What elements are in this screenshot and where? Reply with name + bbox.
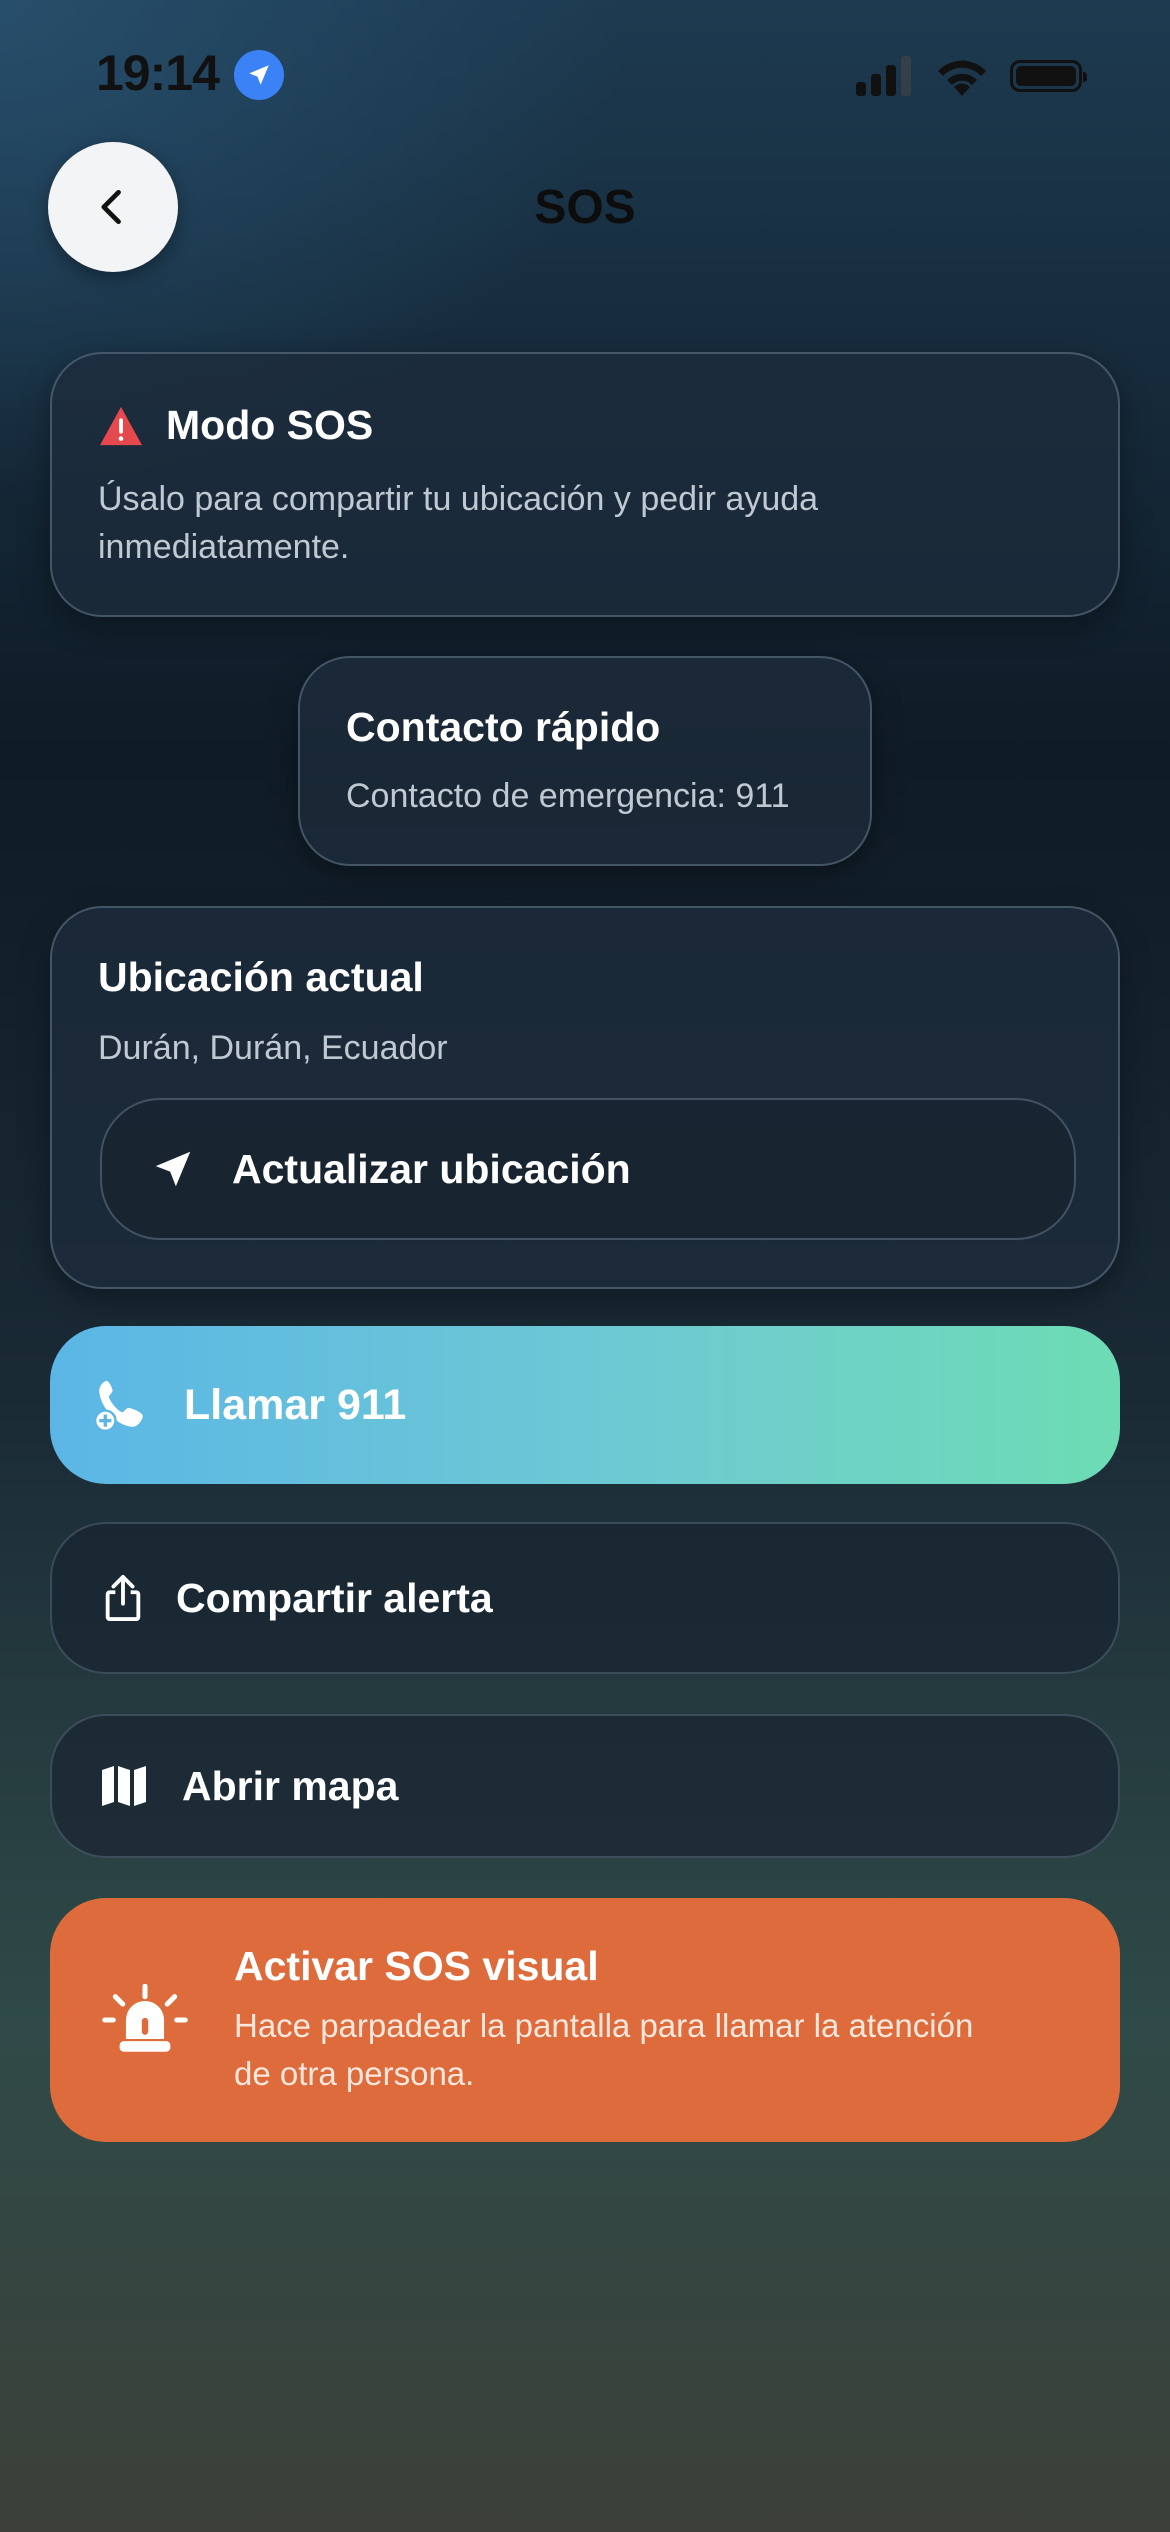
quick-contact-title: Contacto rápido <box>346 704 661 750</box>
open-map-button[interactable]: Abrir mapa <box>50 1714 1120 1858</box>
update-location-label: Actualizar ubicación <box>232 1145 631 1192</box>
status-time: 19:14 <box>96 45 220 101</box>
update-location-button[interactable]: Actualizar ubicación <box>100 1098 1076 1240</box>
visual-sos-description: Hace parpadear la pantalla para llamar l… <box>234 2006 974 2092</box>
location-arrow-icon <box>234 50 284 100</box>
sos-mode-card: Modo SOS Úsalo para compartir tu ubicaci… <box>50 352 1120 617</box>
sos-mode-title: Modo SOS <box>166 402 374 448</box>
call-911-label: Llamar 911 <box>184 1380 407 1429</box>
map-icon <box>102 1766 146 1806</box>
warning-icon <box>100 406 142 445</box>
emergency-contact-text: Contacto de emergencia: 911 <box>346 777 790 815</box>
quick-contact-card[interactable]: Contacto rápido Contacto de emergencia: … <box>298 656 872 866</box>
share-alert-button[interactable]: Compartir alerta <box>50 1522 1120 1674</box>
current-location-title: Ubicación actual <box>98 954 424 1000</box>
current-location-card: Ubicación actual Durán, Durán, Ecuador A… <box>50 906 1120 1289</box>
current-location-text: Durán, Durán, Ecuador <box>98 1029 448 1067</box>
open-map-label: Abrir mapa <box>182 1762 399 1809</box>
visual-sos-button[interactable]: Activar SOS visual Hace parpadear la pan… <box>50 1898 1120 2142</box>
share-icon <box>105 1574 141 1621</box>
call-911-button[interactable]: Llamar 911 <box>50 1326 1120 1484</box>
cellular-signal-icon <box>856 56 912 101</box>
siren-icon <box>102 1984 188 2052</box>
page-title: SOS <box>534 181 636 234</box>
share-alert-label: Compartir alerta <box>176 1574 493 1621</box>
battery-icon <box>1010 60 1087 92</box>
visual-sos-title: Activar SOS visual <box>234 1942 599 1989</box>
phone-plus-icon <box>93 1380 143 1433</box>
navigation-arrow-icon <box>155 1151 191 1187</box>
sos-mode-description: Úsalo para compartir tu ubicación y pedi… <box>98 480 819 566</box>
wifi-icon <box>934 54 990 101</box>
